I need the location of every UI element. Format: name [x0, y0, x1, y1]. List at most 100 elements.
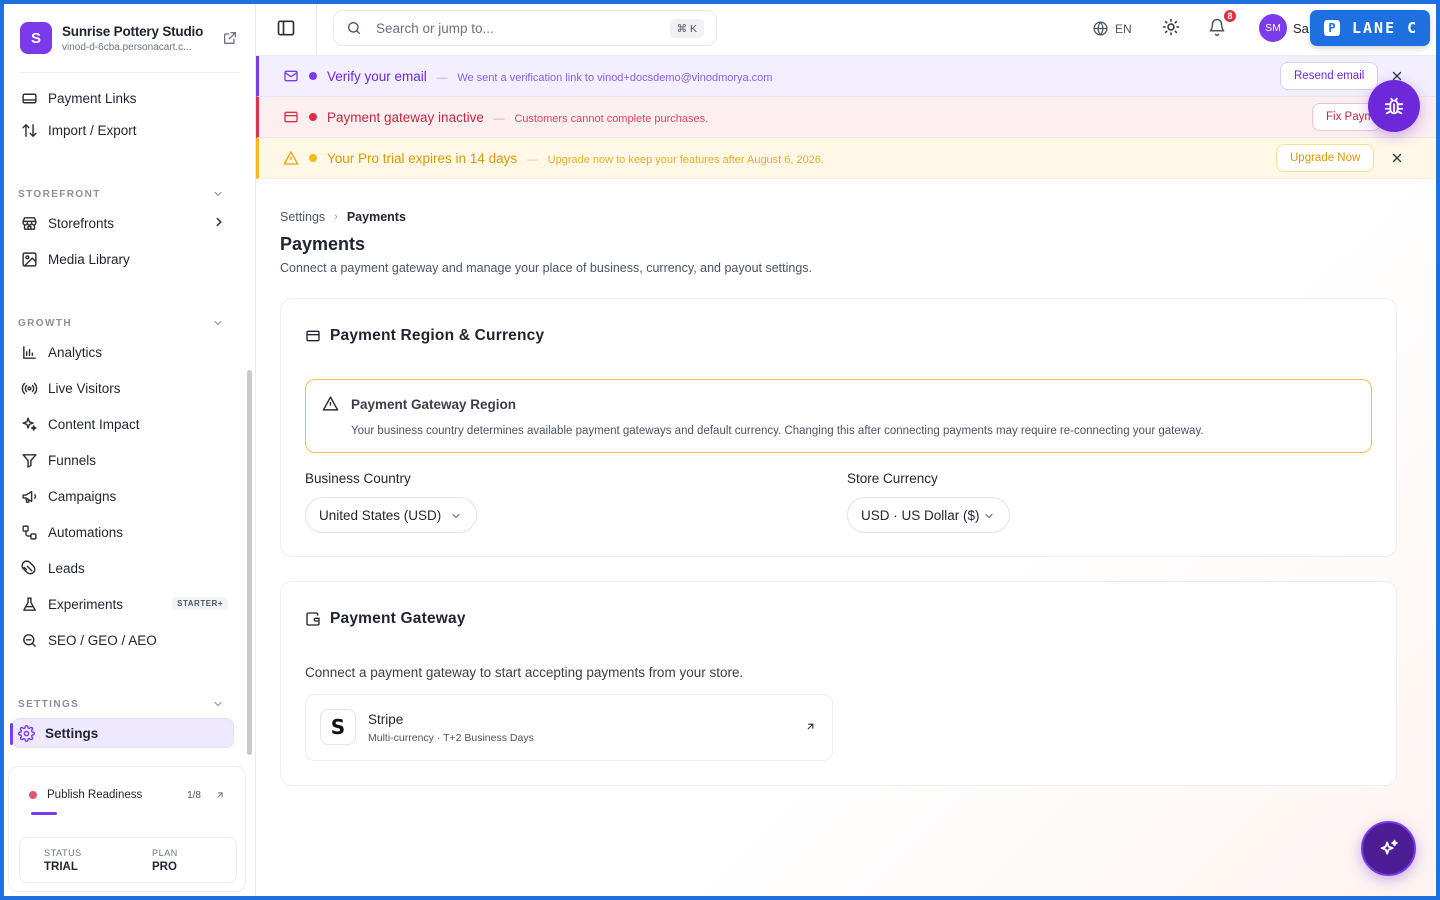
store-currency-label: Store Currency [847, 471, 938, 486]
store-currency-select[interactable]: USD · US Dollar ($) [847, 497, 1010, 533]
lane-badge: P LANE C [1310, 10, 1430, 46]
sidebar-item-label: Payment Links [48, 90, 137, 106]
external-link-icon[interactable] [222, 30, 238, 46]
sidebar-item-label: Settings [45, 725, 99, 741]
mail-icon [284, 70, 298, 82]
language-label: EN [1115, 21, 1132, 36]
chevron-down-icon[interactable] [212, 698, 224, 710]
card-title: Payment Gateway [305, 610, 466, 628]
brand-switcher[interactable]: S Sunrise Pottery Studio vinod-d-6cba.pe… [20, 18, 240, 58]
sidebar-scrollbar[interactable] [247, 370, 252, 755]
separator: — [493, 112, 505, 125]
sidebar-item-label: Experiments [48, 596, 124, 612]
publish-readiness-count: 1/8 [187, 789, 201, 801]
plan-summary: STATUS TRIAL PLAN PRO [19, 837, 237, 883]
plan-badge: STARTER+ [172, 597, 228, 610]
resend-email-button[interactable]: Resend email [1280, 62, 1379, 90]
alert-text: Your business country determines availab… [351, 425, 1204, 437]
banner-message: We sent a verification link to vinod+doc… [457, 71, 773, 84]
sun-icon[interactable] [1162, 18, 1180, 36]
sidebar-item-label: Analytics [48, 344, 103, 360]
sidebar-item-label: Campaigns [48, 488, 117, 504]
close-icon[interactable] [1391, 152, 1403, 164]
breadcrumb-settings[interactable]: Settings [280, 210, 325, 224]
sidebar-item-automations[interactable]: Automations [16, 517, 238, 547]
warning-icon [283, 151, 299, 165]
main-content: Settings › Payments Payments Connect a p… [256, 179, 1436, 896]
sidebar-toggle-icon[interactable] [276, 18, 296, 38]
arrow-up-right-icon [217, 792, 223, 798]
sidebar-item-seo[interactable]: SEO / GEO / AEO [16, 625, 238, 655]
breadcrumb: Settings › Payments [280, 210, 406, 224]
chevron-down-icon [985, 513, 993, 519]
section-label-growth: GROWTH [18, 318, 72, 329]
sidebar-item-label: Funnels [48, 452, 97, 468]
sidebar-item-import-export[interactable]: Import / Export [16, 115, 238, 145]
sidebar-item-campaigns[interactable]: Campaigns [16, 481, 238, 511]
sidebar-item-funnels[interactable]: Funnels [16, 445, 238, 475]
bar-chart-icon [20, 343, 38, 361]
page-title: Payments [280, 234, 366, 254]
sidebar-item-label: Import / Export [48, 122, 137, 138]
sidebar-item-label: Leads [48, 560, 85, 576]
chevron-right-icon [216, 217, 222, 227]
sidebar-item-storefronts[interactable]: Storefronts [16, 208, 238, 238]
gateway-name: Stripe [368, 712, 404, 727]
sidebar-item-analytics[interactable]: Analytics [16, 337, 238, 367]
sparkles-icon [1380, 839, 1398, 854]
business-country-select[interactable]: United States (USD) [305, 497, 477, 533]
warning-icon [322, 396, 339, 411]
credit-card-icon [306, 330, 320, 342]
gateway-meta: Multi-currency · T+2 Business Days [368, 732, 534, 744]
avatar[interactable]: SM [1259, 14, 1287, 42]
notification-count-badge: 8 [1222, 8, 1238, 24]
business-country-value: United States (USD) [319, 507, 442, 523]
card-title: Payment Region & Currency [305, 327, 544, 345]
brand-logo: S [20, 22, 52, 54]
chevron-right-icon: › [334, 211, 338, 223]
trial-expiry-banner: Your Pro trial expires in 14 days — Upgr… [256, 138, 1436, 179]
verify-email-banner: Verify your email — We sent a verificati… [256, 56, 1436, 97]
stripe-gateway-option[interactable]: S Stripe Multi-currency · T+2 Business D… [305, 694, 833, 761]
sidebar-item-label: Live Visitors [48, 380, 121, 396]
upgrade-now-button[interactable]: Upgrade Now [1276, 144, 1375, 172]
image-icon [20, 250, 38, 268]
sidebar-item-media-library[interactable]: Media Library [16, 244, 238, 274]
bug-report-button[interactable] [1368, 80, 1420, 132]
divider [20, 72, 240, 73]
sidebar-item-settings[interactable]: Settings [10, 718, 234, 748]
top-bar: Search or jump to... ⌘ K EN 8 SM Sa [256, 4, 1436, 56]
gear-icon [17, 724, 35, 742]
search-icon [348, 22, 360, 34]
status-dot [309, 154, 317, 162]
sidebar: S Sunrise Pottery Studio vinod-d-6cba.pe… [4, 4, 256, 896]
banner-title: Verify your email — We sent a verificati… [327, 69, 772, 84]
link-icon [20, 89, 38, 107]
alert-title: Payment Gateway Region [351, 397, 517, 412]
chevron-down-icon[interactable] [212, 188, 224, 200]
status-dot [309, 72, 317, 80]
sidebar-item-content-impact[interactable]: Content Impact [16, 409, 238, 439]
chevron-down-icon[interactable] [212, 317, 224, 329]
separator: — [436, 71, 448, 84]
wallet-icon [306, 612, 320, 626]
sidebar-item-experiments[interactable]: Experiments STARTER+ [16, 589, 238, 619]
plan-value: PRO [152, 861, 177, 873]
sidebar-item-payment-links[interactable]: Payment Links [16, 83, 238, 113]
banner-title-text: Your Pro trial expires in 14 days [327, 150, 518, 166]
publish-readiness-label: Publish Readiness [47, 789, 143, 801]
sidebar-item-label: Automations [48, 524, 124, 540]
user-name[interactable]: Sa [1293, 21, 1309, 36]
brand-subdomain: vinod-d-6cba.personacart.c... [62, 41, 192, 53]
section-label-storefront: STOREFRONT [18, 189, 101, 200]
search-input[interactable]: Search or jump to... ⌘ K [333, 10, 717, 46]
readiness-progress-bar [31, 812, 57, 815]
ai-assistant-button[interactable] [1361, 821, 1416, 876]
store-icon [20, 214, 38, 232]
card-title-text: Payment Region & Currency [330, 327, 545, 344]
sidebar-item-leads[interactable]: Leads [16, 553, 238, 583]
publish-readiness-link[interactable]: Publish Readiness 1/8 [29, 789, 225, 801]
language-switcher[interactable]: EN [1092, 20, 1132, 37]
sidebar-item-label: Media Library [48, 251, 130, 267]
sidebar-item-live-visitors[interactable]: Live Visitors [16, 373, 238, 403]
